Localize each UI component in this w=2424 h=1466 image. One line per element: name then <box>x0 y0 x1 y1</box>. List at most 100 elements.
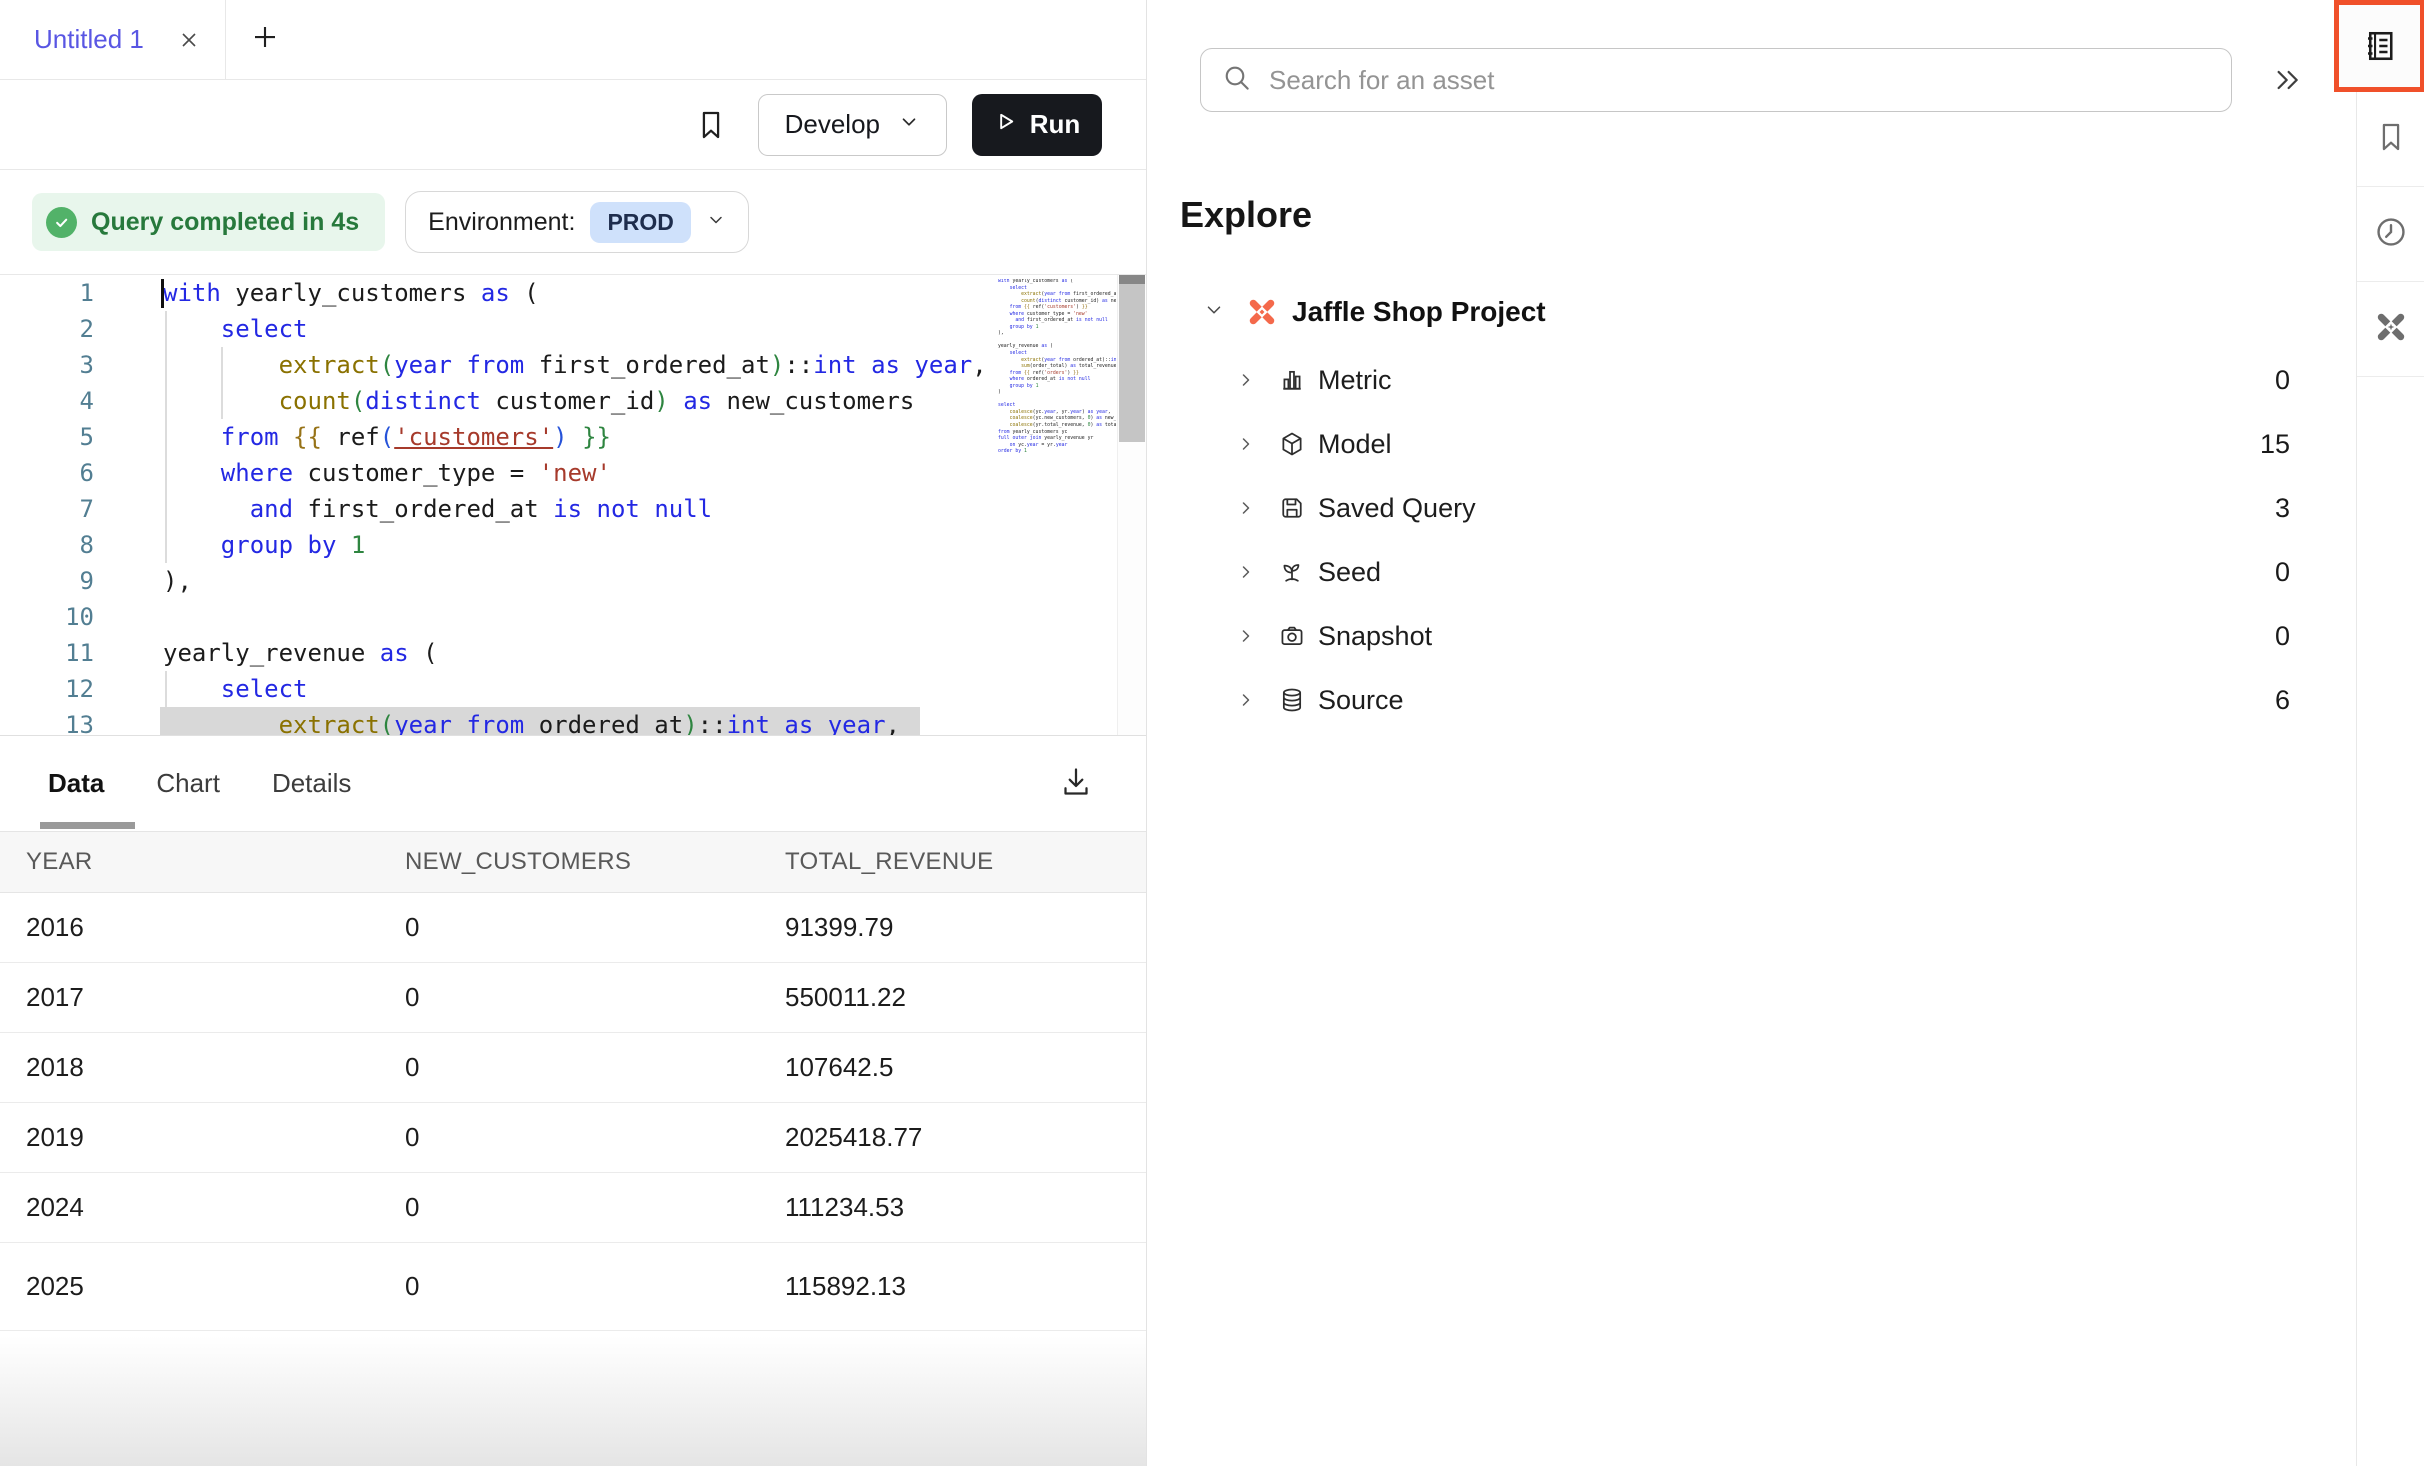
table-cell: 2018 <box>0 1052 405 1083</box>
chevron-right-icon[interactable] <box>1236 370 1256 390</box>
chevron-right-icon[interactable] <box>1236 626 1256 646</box>
code-lines: 1with yearly_customers as (2 select3 ext… <box>0 275 1146 736</box>
workbench-panel: Untitled 1 Develop <box>0 0 1147 1466</box>
column-header: TOTAL_REVENUE <box>785 848 1146 876</box>
bookmark-icon[interactable] <box>694 108 728 142</box>
tab-untitled-1[interactable]: Untitled 1 <box>0 0 226 79</box>
table-cell: 0 <box>405 1271 785 1302</box>
search-input[interactable] <box>1269 65 2231 96</box>
query-status-row: Query completed in 4s Environment: PROD <box>0 170 1146 274</box>
code-line[interactable]: 12 select <box>0 671 1146 707</box>
seed-icon <box>1278 558 1306 586</box>
chevron-right-icon[interactable] <box>1236 498 1256 518</box>
run-button[interactable]: Run <box>972 94 1102 156</box>
chevron-right-icon[interactable] <box>1236 434 1256 454</box>
tree-item-saved-query[interactable]: Saved Query 3 <box>1148 476 2355 540</box>
environment-selector[interactable]: Environment: PROD <box>405 191 749 253</box>
table-cell: 0 <box>405 1052 785 1083</box>
results-tab-details[interactable]: Details <box>272 768 351 799</box>
table-cell: 0 <box>405 1192 785 1223</box>
table-row[interactable]: 2016091399.79 <box>0 893 1146 963</box>
table-cell: 2024 <box>0 1192 405 1223</box>
code-line[interactable]: 5 from {{ ref('customers') }} <box>0 419 1146 455</box>
query-status-text: Query completed in 4s <box>91 208 359 237</box>
table-row[interactable]: 20180107642.5 <box>0 1033 1146 1103</box>
new-tab-button[interactable] <box>226 0 304 79</box>
tree-item-count: 0 <box>2275 365 2290 396</box>
collapse-panel-icon[interactable] <box>2272 64 2304 96</box>
code-line[interactable]: 11yearly_revenue as ( <box>0 635 1146 671</box>
asset-search-box[interactable] <box>1200 48 2232 112</box>
table-cell: 115892.13 <box>785 1271 1146 1302</box>
develop-dropdown[interactable]: Develop <box>758 94 947 156</box>
tree-item-label: Snapshot <box>1318 621 1432 652</box>
code-line[interactable]: 10 <box>0 599 1146 635</box>
column-header: NEW_CUSTOMERS <box>405 848 785 876</box>
tree-item-metric[interactable]: Metric0 <box>1148 348 2355 412</box>
download-icon[interactable] <box>1058 765 1094 806</box>
results-tab-data[interactable]: Data <box>48 768 104 799</box>
table-cell: 107642.5 <box>785 1052 1146 1083</box>
explore-heading: Explore <box>1180 194 2355 236</box>
editor-scrollbar[interactable] <box>1117 275 1146 735</box>
search-icon <box>1221 62 1253 99</box>
table-cell: 2025 <box>0 1271 405 1302</box>
table-row[interactable]: 201902025418.77 <box>0 1103 1146 1173</box>
code-line[interactable]: 2 select <box>0 311 1146 347</box>
explorer-panel: Explore Jaffle Shop Project Metric0Model… <box>1148 0 2355 1466</box>
close-icon[interactable] <box>177 28 201 52</box>
tree-item-snapshot[interactable]: Snapshot0 <box>1148 604 2355 668</box>
plus-icon <box>250 22 280 57</box>
project-name: Jaffle Shop Project <box>1292 296 1546 328</box>
tree-item-label: Saved Query <box>1318 493 1476 524</box>
chevron-down-icon <box>898 109 920 140</box>
table-cell: 2016 <box>0 912 405 943</box>
code-line[interactable]: 13 extract(year from ordered_at)::int as… <box>0 707 1146 736</box>
table-row[interactable]: 20250115892.13 <box>0 1243 1146 1331</box>
line-number: 9 <box>0 563 94 599</box>
copilot-rail-button[interactable] <box>2357 282 2424 377</box>
environment-label: Environment: <box>428 208 575 237</box>
tree-item-count: 3 <box>2275 493 2290 524</box>
results-tab-chart[interactable]: Chart <box>156 768 220 799</box>
code-line[interactable]: 9), <box>0 563 1146 599</box>
bottom-fade <box>0 1336 1146 1466</box>
editor-minimap[interactable]: with yearly_customers as ( select extrac… <box>998 279 1116 731</box>
asset-tree: Jaffle Shop Project Metric0Model15Saved … <box>1148 290 2355 732</box>
chevron-down-icon <box>706 210 726 235</box>
code-line[interactable]: 1with yearly_customers as ( <box>0 275 1146 311</box>
table-row[interactable]: 20170550011.22 <box>0 963 1146 1033</box>
table-row[interactable]: 20240111234.53 <box>0 1173 1146 1243</box>
line-number: 4 <box>0 383 94 419</box>
catalog-icon[interactable] <box>2334 0 2424 92</box>
active-tab-underline <box>40 822 135 829</box>
tree-item-count: 6 <box>2275 685 2290 716</box>
tree-item-label: Seed <box>1318 557 1381 588</box>
source-icon <box>1278 686 1306 714</box>
line-number: 13 <box>0 707 94 736</box>
history-rail-button[interactable] <box>2357 187 2424 282</box>
sql-code-editor[interactable]: 1with yearly_customers as (2 select3 ext… <box>0 274 1146 736</box>
scrollbar-thumb[interactable] <box>1119 284 1145 442</box>
line-number: 6 <box>0 455 94 491</box>
code-line[interactable]: 3 extract(year from first_ordered_at)::i… <box>0 347 1146 383</box>
tree-item-model[interactable]: Model15 <box>1148 412 2355 476</box>
chevron-right-icon[interactable] <box>1236 562 1256 582</box>
project-node[interactable]: Jaffle Shop Project <box>1148 290 2355 334</box>
code-line[interactable]: 7 and first_ordered_at is not null <box>0 491 1146 527</box>
results-tab-bar: Data Chart Details <box>0 736 1146 831</box>
chevron-down-icon[interactable] <box>1203 299 1225 326</box>
play-icon <box>994 109 1017 140</box>
code-line[interactable]: 8 group by 1 <box>0 527 1146 563</box>
code-line[interactable]: 4 count(distinct customer_id) as new_cus… <box>0 383 1146 419</box>
copilot-icon <box>2373 309 2409 350</box>
model-icon <box>1278 430 1306 458</box>
saved-query-icon <box>1278 494 1306 522</box>
bookmarks-rail-button[interactable] <box>2357 92 2424 187</box>
tree-item-seed[interactable]: Seed0 <box>1148 540 2355 604</box>
line-number: 7 <box>0 491 94 527</box>
code-line[interactable]: 6 where customer_type = 'new' <box>0 455 1146 491</box>
tree-item-source[interactable]: Source6 <box>1148 668 2355 732</box>
chevron-right-icon[interactable] <box>1236 690 1256 710</box>
line-number: 10 <box>0 599 94 635</box>
